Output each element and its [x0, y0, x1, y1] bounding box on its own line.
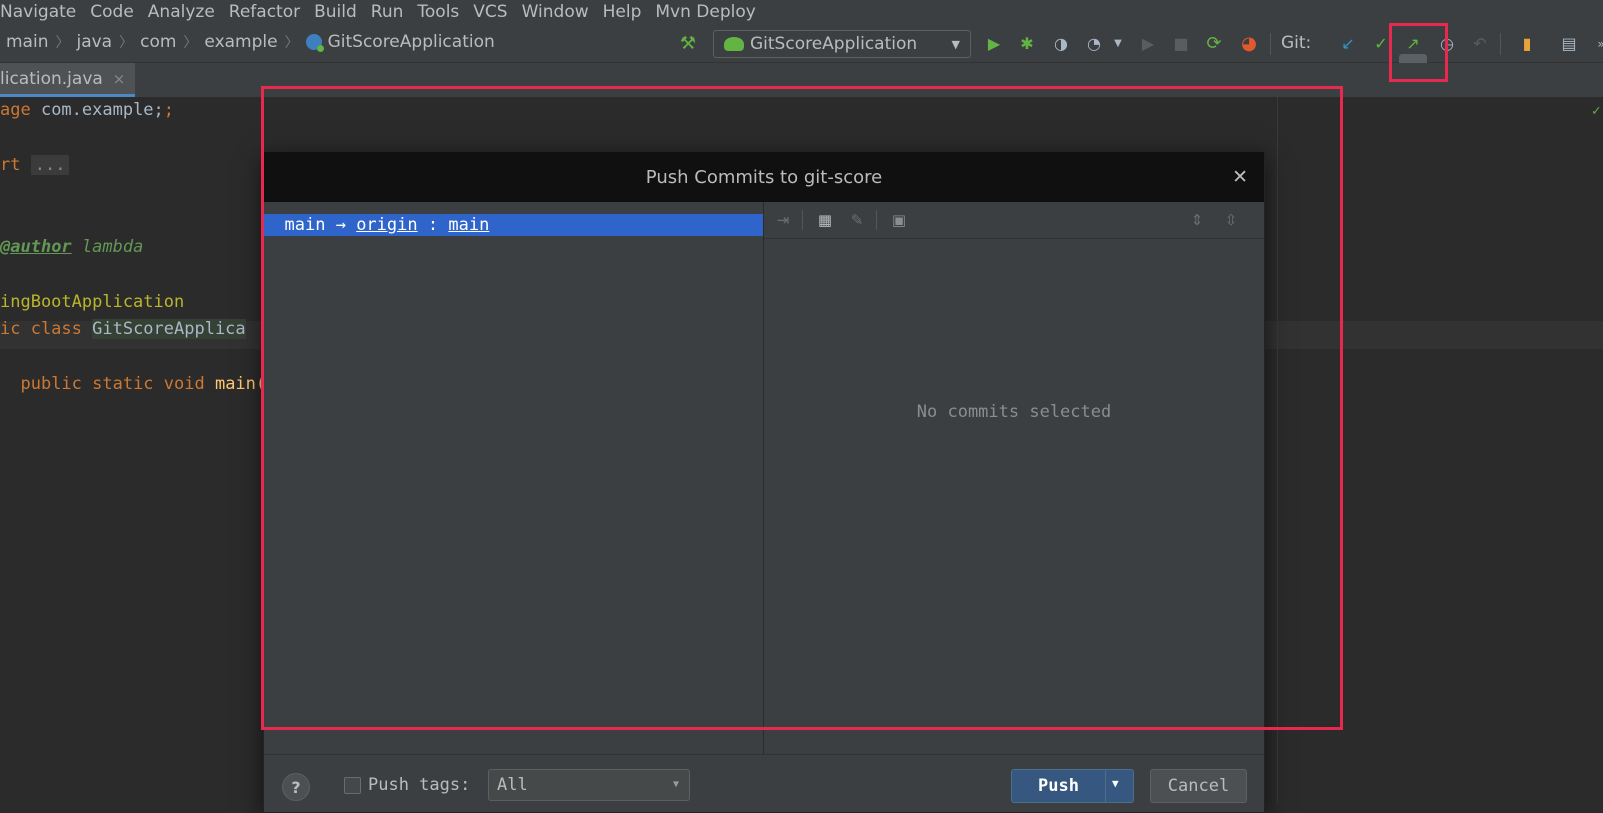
code-line-annotation: ingBootApplication — [0, 292, 185, 312]
run-configuration-select[interactable]: GitScoreApplication ▼ — [713, 30, 971, 58]
toolbar-divider — [1500, 33, 1501, 55]
chevron-down-icon: ▼ — [951, 37, 960, 51]
run-icon[interactable]: ▶ — [983, 33, 1005, 55]
help-button[interactable]: ? — [282, 773, 310, 801]
menu-refactor[interactable]: Refactor — [229, 2, 300, 22]
push-button[interactable]: Push ▼ — [1011, 769, 1134, 803]
menu-bar: Navigate Code Analyze Refactor Build Run… — [0, 0, 1603, 24]
git-update-icon[interactable]: ↙ — [1337, 33, 1359, 55]
menu-window[interactable]: Window — [522, 2, 589, 22]
inspection-ok-icon: ✓ — [1592, 103, 1601, 119]
breadcrumb-main[interactable]: main — [6, 32, 48, 52]
menu-run[interactable]: Run — [371, 2, 404, 22]
breadcrumb-example[interactable]: example — [204, 32, 277, 52]
code-line-doc: @author lambda — [0, 237, 144, 257]
spring-boot-icon — [724, 37, 744, 51]
menu-vcs[interactable]: VCS — [473, 2, 507, 22]
split-divider — [1105, 770, 1106, 802]
breadcrumb-separator-icon: 〉 — [55, 35, 70, 51]
update-running-app-icon[interactable]: ⟳ — [1203, 33, 1225, 55]
git-label: Git: — [1281, 33, 1312, 53]
stop-icon: ■ — [1173, 34, 1189, 53]
jrebel-icon[interactable]: ◕ — [1238, 33, 1260, 55]
run-with-coverage-icon[interactable]: ◑ — [1050, 33, 1072, 55]
menu-mvn-deploy[interactable]: Mvn Deploy — [655, 2, 755, 22]
cancel-button[interactable]: Cancel — [1150, 769, 1247, 803]
editor-tab-application[interactable]: lication.java × — [0, 63, 136, 97]
editor-tab-label: lication.java — [0, 68, 103, 89]
dialog-footer: ? Push tags: All ▼ Push ▼ Cancel — [264, 754, 1264, 812]
push-tags-checkbox[interactable] — [344, 777, 361, 794]
breadcrumb-class[interactable]: GitScoreApplication — [328, 32, 495, 52]
push-button-label: Push — [1038, 776, 1079, 796]
build-hammer-icon[interactable]: ⚒ — [677, 33, 699, 55]
chevron-down-icon: ▼ — [672, 779, 679, 790]
toolbar-divider — [1270, 33, 1271, 55]
menu-analyze[interactable]: Analyze — [148, 2, 215, 22]
code-line-main: public static void main( — [20, 374, 267, 394]
breadcrumb-java[interactable]: java — [76, 32, 112, 52]
breadcrumb-separator-icon: 〉 — [183, 35, 198, 51]
profile-dropdown-icon[interactable]: ▼ — [1107, 33, 1129, 55]
breadcrumb-separator-icon: 〉 — [284, 35, 299, 51]
profile-icon[interactable]: ◔ — [1083, 33, 1105, 55]
code-line-import: rt ... — [0, 155, 70, 175]
push-options-dropdown-icon[interactable]: ▼ — [1112, 777, 1119, 790]
breadcrumb: main 〉 java 〉 com 〉 example 〉 GitScoreAp… — [6, 32, 495, 52]
class-icon — [305, 34, 324, 52]
push-tags-value: All — [497, 775, 528, 795]
menu-tools[interactable]: Tools — [417, 2, 459, 22]
code-line-package: age com.example;; — [0, 100, 175, 120]
more-chevron-icon[interactable]: » — [1590, 33, 1603, 55]
annotation-highlight-push-icon — [1389, 23, 1448, 82]
close-icon[interactable]: × — [113, 70, 126, 88]
resume-disabled-icon: ▶ — [1141, 34, 1155, 53]
run-configuration-label: GitScoreApplication — [750, 34, 918, 54]
project-structure-icon[interactable]: ▤ — [1558, 33, 1580, 55]
debug-bug-icon[interactable]: ✱ — [1016, 33, 1038, 55]
menu-help[interactable]: Help — [603, 2, 642, 22]
menu-code[interactable]: Code — [90, 2, 134, 22]
add-bookmark-icon[interactable]: ▮ — [1516, 33, 1538, 55]
push-tags-select[interactable]: All ▼ — [488, 769, 690, 801]
navigation-toolbar: main 〉 java 〉 com 〉 example 〉 GitScoreAp… — [0, 24, 1603, 82]
code-line-class: ic class GitScoreApplica — [0, 319, 246, 339]
menu-build[interactable]: Build — [314, 2, 357, 22]
breadcrumb-separator-icon: 〉 — [119, 35, 134, 51]
rollback-icon: ↶ — [1473, 34, 1487, 53]
breadcrumb-com[interactable]: com — [140, 32, 176, 52]
menu-navigate[interactable]: Navigate — [0, 2, 76, 22]
push-tags-label: Push tags: — [368, 775, 471, 795]
annotation-highlight-dialog — [261, 86, 1343, 730]
